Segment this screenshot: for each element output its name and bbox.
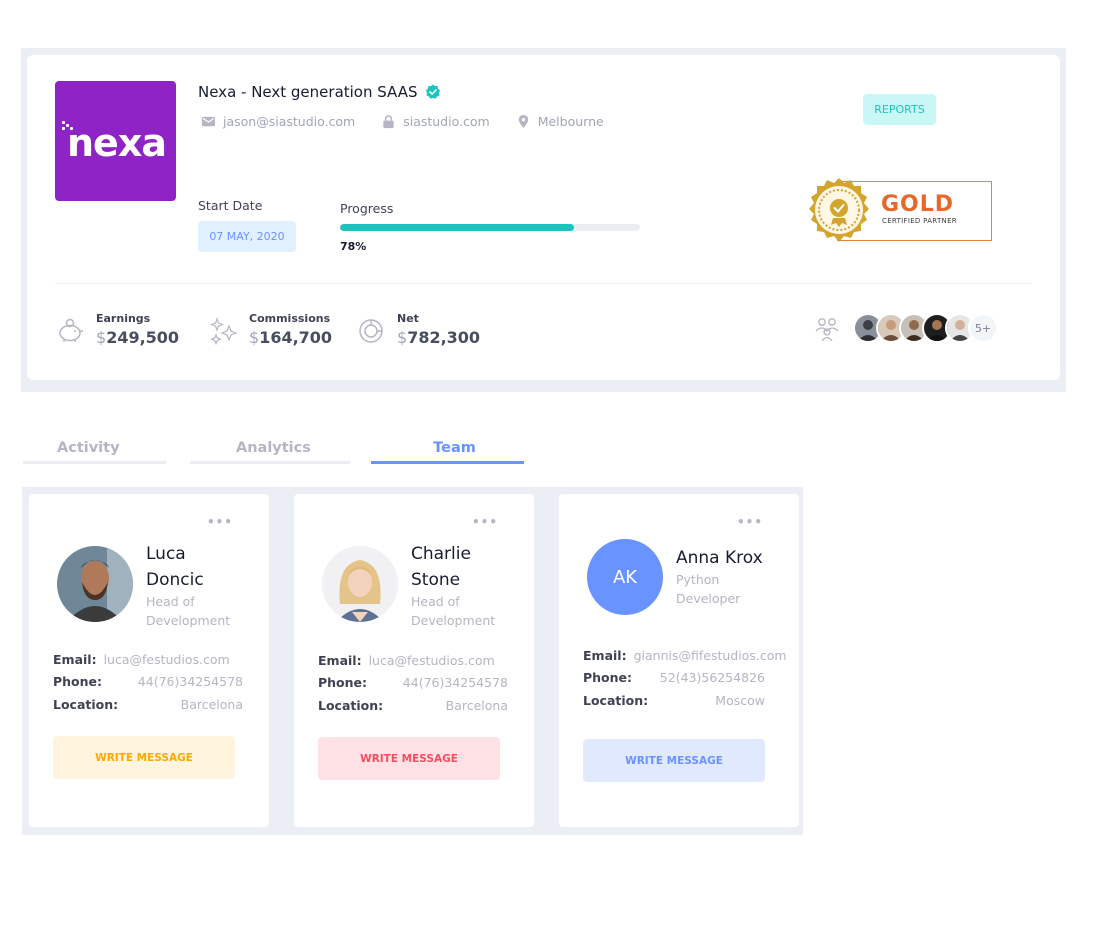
member-phone: 44(76)34254578 [402,675,508,691]
tab-underline [190,461,350,464]
progress-label: Progress [340,201,394,216]
progress-bar [340,224,640,231]
tab-label: Activity [57,440,120,456]
member-avatars: 5+ [853,313,998,343]
member-photo [57,546,133,622]
company-meta: jason@siastudio.com siastudio.com Melbou… [201,114,630,129]
member-name: Anna Krox [676,548,763,568]
start-date-badge: 07 MAY, 2020 [198,221,296,252]
member-location: Moscow [715,692,765,708]
member-email[interactable]: giannis@fifestudios.com [634,648,787,663]
gold-partner-badge: GOLD CERTIFIED PARTNER [803,174,995,249]
member-info: Email: luca@festudios.com Phone: 44(76)342… [53,651,243,712]
company-logo: nexa [55,81,176,201]
member-phone: 44(76)34254578 [137,674,243,690]
company-location: Melbourne [537,114,604,129]
write-message-button[interactable]: WRITE MESSAGE [318,737,500,780]
member-email[interactable]: luca@festudios.com [369,653,495,668]
progress-value: 78% [340,240,367,253]
member-phone: 52(43)56254826 [659,670,765,686]
tab-label: Analytics [236,440,311,456]
team-member-card: ••• AK Anna Krox Python Developer Email: g… [559,494,799,827]
company-website: siastudio.com [403,114,490,129]
stat-label: Net [397,312,419,325]
stat-value: $164,700 [249,328,333,347]
tab-underline [23,461,166,464]
member-info: Email: luca@festudios.com Phone: 44(76)342… [318,652,508,713]
envelope-icon [201,116,216,127]
team-panel: ••• Luca Doncic Head of Development Email:… [22,487,803,835]
lock-icon [383,115,394,129]
member-name: Luca Doncic [146,544,204,590]
stat-value: $249,500 [96,328,180,347]
member-photo [322,546,398,622]
tab-analytics[interactable]: Analytics [190,440,350,464]
stat-commissions: Commissions $164,700 [208,312,332,347]
member-role: Head of Development [146,594,231,628]
stat-label: Commissions [249,312,331,325]
team-member-card: ••• Charlie Stone Head of Development Emai… [294,494,534,827]
stat-value: $782,300 [397,328,481,347]
more-options-icon[interactable]: ••• [207,515,233,529]
company-name: Nexa - Next generation SAAS [198,83,418,101]
profile-panel: nexa Nexa - Next generation SAAS jason@s… [21,48,1066,392]
more-options-icon[interactable]: ••• [472,515,498,529]
award-seal-icon [809,178,869,242]
email-link[interactable]: jason@siastudio.com [201,114,355,129]
logo-text: nexa [67,121,167,165]
member-email[interactable]: luca@festudios.com [104,652,230,667]
team-member-card: ••• Luca Doncic Head of Development Email:… [29,494,269,827]
tab-label: Team [433,440,476,456]
write-message-button[interactable]: WRITE MESSAGE [53,736,235,779]
stat-net: Net $782,300 [356,312,480,347]
team-icon [815,318,839,342]
profile-card: nexa Nexa - Next generation SAAS jason@s… [27,55,1060,380]
badge-title: GOLD [881,192,955,217]
badge-subtitle: CERTIFIED PARTNER [882,217,957,225]
member-location: Barcelona [445,697,508,713]
member-name: Charlie Stone [411,544,471,590]
sparkles-icon [209,317,238,346]
member-initials-avatar: AK [587,539,663,615]
more-options-icon[interactable]: ••• [737,515,763,529]
more-members-badge[interactable]: 5+ [968,313,998,343]
stat-label: Earnings [96,312,151,325]
pie-chart-icon [359,319,383,343]
member-role: Head of Development [411,594,496,628]
tab-activity[interactable]: Activity [23,440,166,464]
divider [55,283,1032,284]
tab-underline-active [371,461,524,464]
write-message-button[interactable]: WRITE MESSAGE [583,739,765,782]
company-title: Nexa - Next generation SAAS [198,83,441,101]
location-link[interactable]: Melbourne [516,114,604,129]
member-role: Python Developer [676,572,741,606]
progress-bar-fill [340,224,574,231]
website-link[interactable]: siastudio.com [381,114,490,129]
start-date-label: Start Date [198,198,263,213]
company-email: jason@siastudio.com [223,114,356,129]
member-location: Barcelona [180,696,243,712]
piggy-bank-icon [59,318,83,342]
reports-button[interactable]: REPORTS [863,94,936,125]
stat-earnings: Earnings $249,500 [55,312,179,347]
member-info: Email: giannis@fifestudios.com Phone: 52(4… [583,647,787,708]
map-pin-icon [518,114,528,129]
tab-team[interactable]: Team [371,440,524,464]
verified-badge-icon [425,84,440,99]
